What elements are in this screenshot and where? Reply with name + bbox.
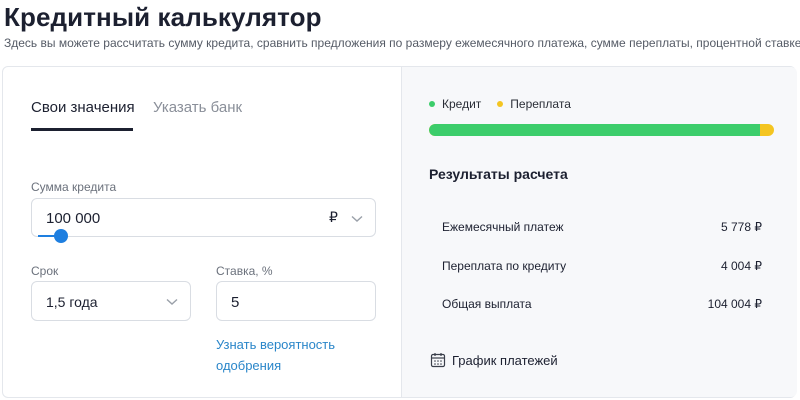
rate-input[interactable]: 5 [216,281,376,321]
amount-label: Сумма кредита [31,180,117,194]
rate-label: Ставка, % [216,264,273,278]
calculator-card: Свои значения Указать банк Сумма кредита… [2,66,797,398]
chart-legend: Кредит Переплата [429,97,587,111]
tab-own-values[interactable]: Свои значения [31,99,135,116]
payment-ratio-bar [429,124,774,136]
rate-value: 5 [231,294,240,311]
page-title: Кредитный калькулятор [4,2,322,32]
tab-choose-bank[interactable]: Указать банк [153,99,242,116]
term-select[interactable]: 1,5 года [31,281,191,321]
result-label: Переплата по кредиту [442,259,567,273]
page-subtitle: Здесь вы можете рассчитать сумму кредита… [4,36,800,50]
term-value: 1,5 года [46,294,98,310]
term-label: Срок [31,264,59,278]
result-label: Общая выплата [442,297,532,311]
result-label: Ежемесячный платеж [442,220,564,234]
input-panel: Свои значения Указать банк Сумма кредита… [3,67,401,397]
approval-probability-link[interactable]: Узнать вероятность одобрения [216,334,356,376]
result-value: 104 004 ₽ [707,297,762,311]
legend-label-credit: Кредит [442,97,482,111]
result-value: 4 004 ₽ [721,259,762,273]
amount-slider-handle[interactable] [54,229,68,243]
chevron-down-icon[interactable] [351,215,363,223]
calendar-icon [430,353,446,368]
results-title: Результаты расчета [429,166,568,182]
amount-value: 100 000 [46,210,101,227]
payment-schedule-label: График платежей [452,352,558,368]
legend-label-overpayment: Переплата [510,97,571,111]
amount-input[interactable]: 100 000 ₽ [31,198,376,237]
results-panel: Кредит Переплата Результаты расчета Ежем… [401,67,797,397]
currency-label: ₽ [329,209,338,225]
result-value: 5 778 ₽ [721,220,762,234]
legend-dot-overpayment [497,101,504,107]
legend-item-credit: Кредит [429,97,481,111]
payment-schedule-link[interactable]: График платежей [430,352,558,368]
active-tab-indicator [31,128,133,131]
legend-item-overpayment: Переплата [497,97,571,111]
credit-share-bar [429,124,761,136]
chevron-down-icon[interactable] [166,298,178,306]
legend-dot-credit [429,101,435,107]
